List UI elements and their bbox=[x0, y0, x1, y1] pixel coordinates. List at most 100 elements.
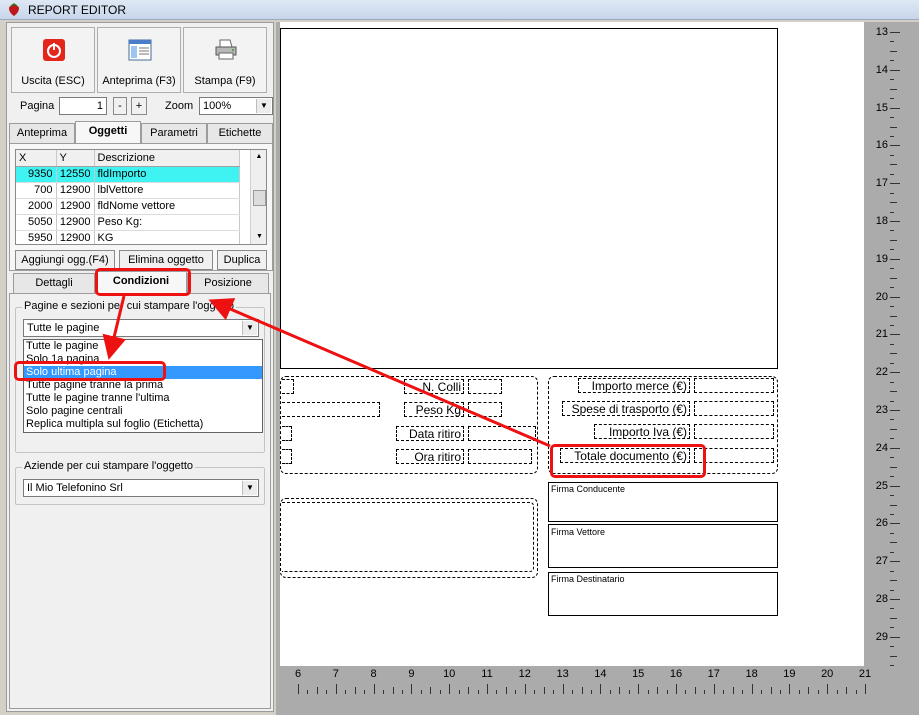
cell-y: 12900 bbox=[56, 182, 95, 199]
col-y[interactable]: Y bbox=[56, 150, 95, 167]
vruler-label: 21 bbox=[875, 328, 888, 341]
delete-object-button[interactable]: Elimina oggetto bbox=[119, 250, 213, 270]
strawberry-app-icon bbox=[9, 3, 19, 16]
peso-field[interactable] bbox=[468, 402, 502, 417]
table-scrollbar[interactable]: ▲ ▼ bbox=[250, 150, 266, 244]
field-left-1[interactable] bbox=[282, 379, 294, 394]
firma-vettore-box[interactable]: Firma Vettore bbox=[548, 524, 778, 568]
vruler-tick bbox=[890, 608, 894, 610]
scroll-down-icon[interactable]: ▼ bbox=[251, 230, 266, 244]
pages-dropdown-list[interactable]: Tutte le pagine Solo 1a pagina Solo ulti… bbox=[23, 339, 263, 433]
table-row[interactable]: 700 12900 lblVettore bbox=[16, 182, 240, 199]
hruler-tick bbox=[694, 687, 696, 694]
hruler-tick bbox=[307, 690, 309, 694]
importo-merce-label[interactable]: Importo merce (€) bbox=[578, 378, 690, 393]
vruler-tick bbox=[890, 41, 894, 43]
cell-x: 5050 bbox=[16, 214, 57, 231]
vruler-tick bbox=[890, 69, 900, 71]
data-ritiro-field[interactable] bbox=[468, 426, 536, 441]
option-label-replica[interactable]: Replica multipla sul foglio (Etichetta) bbox=[24, 418, 262, 431]
print-button[interactable]: Stampa (F9) bbox=[183, 27, 267, 93]
scroll-thumb[interactable] bbox=[253, 190, 266, 206]
vruler-tick bbox=[890, 561, 900, 563]
tab-oggetti[interactable]: Oggetti bbox=[75, 121, 141, 143]
field-left-3[interactable] bbox=[282, 426, 292, 441]
report-body-box[interactable] bbox=[280, 28, 778, 369]
vruler-tick bbox=[890, 211, 894, 213]
notes-field[interactable] bbox=[282, 502, 534, 572]
vruler-tick bbox=[890, 343, 894, 345]
duplicate-object-button[interactable]: Duplica bbox=[217, 250, 267, 270]
vruler-tick bbox=[890, 391, 897, 393]
field-left-2[interactable] bbox=[282, 402, 380, 417]
vruler-label: 23 bbox=[875, 404, 888, 416]
ora-ritiro-field[interactable] bbox=[468, 449, 532, 464]
hruler-tick bbox=[855, 690, 857, 694]
table-row[interactable]: 5950 12900 KG bbox=[16, 230, 240, 244]
field-left-4[interactable] bbox=[282, 449, 292, 464]
col-x[interactable]: X bbox=[16, 150, 57, 167]
add-object-button[interactable]: Aggiungi ogg.(F4) bbox=[15, 250, 115, 270]
hruler-tick bbox=[581, 687, 583, 694]
ncolli-field[interactable] bbox=[468, 379, 502, 394]
pages-select[interactable]: Tutte le pagine ▼ bbox=[23, 319, 259, 337]
cell-x: 2000 bbox=[16, 198, 57, 215]
page-number-field[interactable]: 1 bbox=[59, 97, 107, 115]
spese-trasporto-label[interactable]: Spese di trasporto (€) bbox=[562, 401, 690, 416]
hruler-tick bbox=[534, 690, 536, 694]
cell-y: 12900 bbox=[56, 198, 95, 215]
hruler-tick bbox=[742, 690, 744, 694]
cell-desc: lblVettore bbox=[94, 182, 240, 199]
table-row[interactable]: 9350 12550 fldImporto bbox=[16, 166, 240, 183]
objects-table[interactable]: X Y Descrizione 9350 12550 fldImporto 700 1… bbox=[15, 149, 267, 245]
vruler-tick bbox=[890, 239, 897, 241]
ncolli-label[interactable]: N. Colli bbox=[404, 379, 464, 394]
page-plus-button[interactable]: + bbox=[131, 97, 147, 115]
hruler-tick bbox=[779, 690, 781, 694]
vruler-tick bbox=[890, 655, 897, 657]
cell-y: 12550 bbox=[56, 166, 95, 183]
table-row[interactable]: 5050 12900 Peso Kg: bbox=[16, 214, 240, 231]
hruler-tick bbox=[364, 690, 366, 694]
importo-iva-label[interactable]: Importo Iva (€) bbox=[594, 424, 690, 439]
window-title: REPORT EDITOR bbox=[28, 3, 127, 17]
hruler-tick bbox=[430, 687, 432, 694]
option-all-but-last[interactable]: Tutte le pagine tranne l'ultima bbox=[24, 392, 262, 405]
preview-window-icon bbox=[128, 39, 152, 61]
totale-documento-field[interactable] bbox=[694, 448, 774, 463]
col-descrizione[interactable]: Descrizione bbox=[94, 150, 240, 167]
hruler-tick bbox=[326, 690, 328, 694]
spese-trasporto-field[interactable] bbox=[694, 401, 774, 416]
ora-ritiro-label[interactable]: Ora ritiro bbox=[396, 449, 464, 464]
company-select[interactable]: Il Mio Telefonino Srl ▼ bbox=[23, 479, 259, 497]
importo-iva-field[interactable] bbox=[694, 424, 774, 439]
data-ritiro-label[interactable]: Data ritiro bbox=[396, 426, 464, 441]
table-row[interactable]: 2000 12900 fldNome vettore bbox=[16, 198, 240, 215]
vruler-tick bbox=[890, 513, 894, 515]
tab-dettagli[interactable]: Dettagli bbox=[13, 273, 95, 293]
tab-etichette[interactable]: Etichette bbox=[207, 123, 273, 143]
hruler-tick bbox=[392, 687, 394, 694]
scroll-up-icon[interactable]: ▲ bbox=[251, 150, 266, 164]
page-minus-button[interactable]: - bbox=[113, 97, 127, 115]
cell-desc: fldNome vettore bbox=[94, 198, 240, 215]
zoom-select[interactable]: 100% ▼ bbox=[199, 97, 273, 115]
preview-button[interactable]: Anteprima (F3) bbox=[97, 27, 181, 93]
exit-button[interactable]: Uscita (ESC) bbox=[11, 27, 95, 93]
pages-selected-value: Tutte le pagine bbox=[27, 322, 100, 334]
vruler-tick bbox=[890, 551, 894, 553]
importo-merce-field[interactable] bbox=[694, 378, 774, 393]
tab-parametri[interactable]: Parametri bbox=[141, 123, 207, 143]
peso-label[interactable]: Peso Kg bbox=[404, 402, 464, 417]
hruler-label: 8 bbox=[370, 668, 377, 680]
option-central-pages[interactable]: Solo pagine centrali bbox=[24, 405, 262, 418]
firma-conducente-box[interactable]: Firma Conducente bbox=[548, 482, 778, 522]
hruler-tick bbox=[316, 687, 318, 694]
tab-anteprima[interactable]: Anteprima bbox=[9, 123, 75, 143]
tab-posizione[interactable]: Posizione bbox=[187, 273, 269, 293]
vruler-tick bbox=[890, 50, 897, 52]
option-all-pages[interactable]: Tutte le pagine bbox=[24, 340, 262, 353]
firma-destinatario-box[interactable]: Firma Destinatario bbox=[548, 572, 778, 616]
cell-x: 9350 bbox=[16, 166, 57, 183]
print-label: Stampa (F9) bbox=[194, 75, 256, 87]
